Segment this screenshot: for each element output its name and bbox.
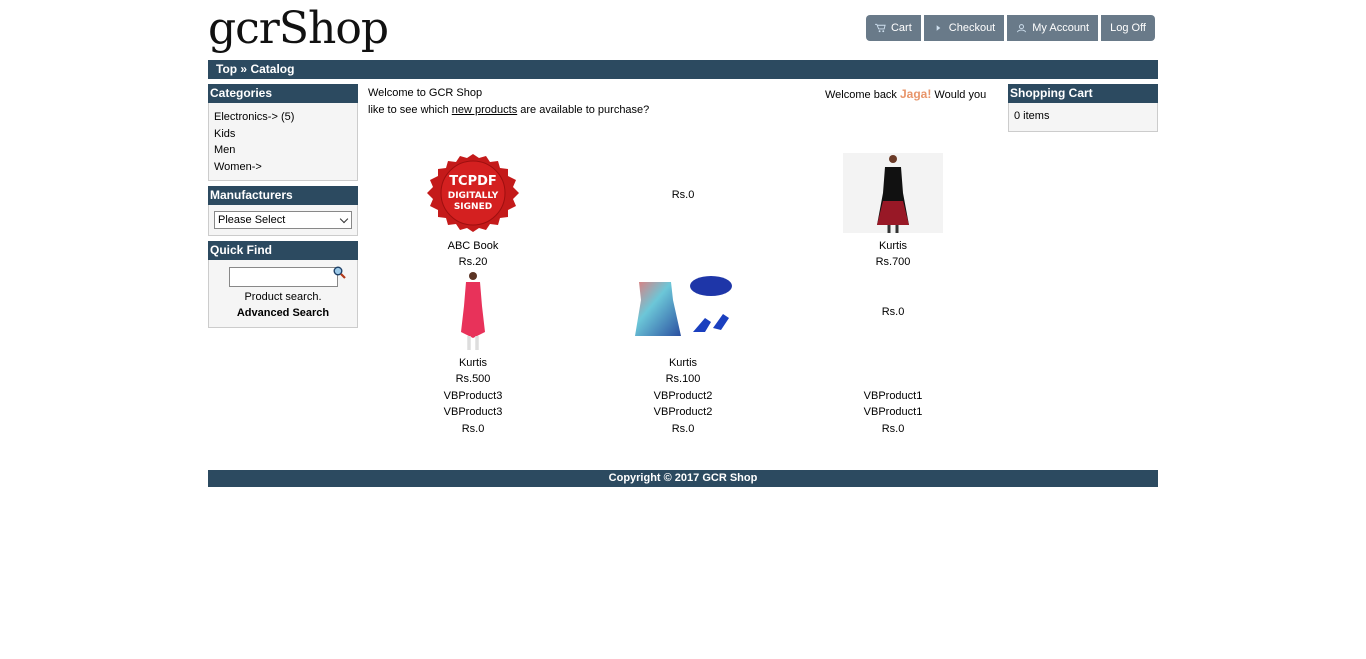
product-search-hint: Product search. [244,291,322,303]
product-card[interactable]: Kurtis Rs.500 [423,270,523,387]
product-price: Rs.0 [671,189,695,201]
new-products-line: like to see which new products are avail… [368,104,649,116]
search-icon[interactable] [333,266,346,279]
product-name[interactable]: Kurtis [633,355,733,371]
product-name[interactable]: VBProduct1 [843,388,943,404]
category-kids[interactable]: Kids [214,126,352,143]
product-name[interactable]: Kurtis [423,355,523,371]
shopping-cart-title[interactable]: Shopping Cart [1008,84,1158,103]
product-price: Rs.20 [458,256,488,268]
product-name[interactable]: Kurtis [843,238,943,254]
product-name-2[interactable]: VBProduct3 [423,404,523,420]
checkout-button[interactable]: Checkout [923,15,1005,41]
my-account-button[interactable]: My Account [1007,15,1099,41]
my-account-label: My Account [1032,22,1090,34]
advanced-search-link[interactable]: Advanced Search [209,305,357,322]
site-logo[interactable]: gcrShop [208,4,389,54]
manufacturers-title: Manufacturers [208,186,358,205]
cart-icon [874,23,886,33]
product-price: Rs.0 [881,423,905,435]
product-price: Rs.0 [671,423,695,435]
pink-kurti-image[interactable] [423,270,523,350]
product-price: Rs.0 [881,306,905,318]
product-price: Rs.100 [665,373,701,385]
welcome-back-post: Would you [931,89,987,101]
category-men[interactable]: Men [214,142,352,159]
line2-pre: like to see which [368,104,452,116]
signed-text: SIGNED [454,202,492,212]
product-name-2[interactable]: VBProduct1 [843,404,943,420]
categories-box: Categories Electronics-> (5) Kids Men Wo… [208,84,358,181]
tcpdf-text: TCPDF [449,174,497,189]
black-dress-image[interactable] [843,153,943,233]
product-card[interactable]: VBProduct1 VBProduct1 Rs.0 [843,388,943,437]
product-card[interactable]: VBProduct3 VBProduct3 Rs.0 [423,388,523,437]
cart-item-count: 0 items [1014,110,1050,122]
new-products-link[interactable]: new products [452,104,517,116]
line2-post: are available to purchase? [517,104,650,116]
category-women[interactable]: Women-> [214,159,352,176]
product-name[interactable]: VBProduct3 [423,388,523,404]
welcome-back-pre: Welcome back [825,89,900,101]
product-card[interactable]: Rs.0 [843,304,943,320]
search-input[interactable] [228,267,338,287]
product-card[interactable]: Kurtis Rs.100 [633,270,733,387]
tcpdf-seal-image[interactable]: TCPDF DIGITALLY SIGNED [423,153,523,233]
top-navigation: Cart Checkout My Account Log Off [865,15,1155,41]
footer-copyright: Copyright © 2017 GCR Shop [208,470,1158,487]
product-name[interactable]: VBProduct2 [633,388,733,404]
quick-find-title: Quick Find [208,241,358,260]
digitally-text: DIGITALLY [448,191,499,201]
product-card[interactable]: VBProduct2 VBProduct2 Rs.0 [633,388,733,437]
chevron-down-icon [339,214,349,224]
user-icon [1017,24,1027,33]
product-name[interactable]: ABC Book [423,238,523,254]
cart-button[interactable]: Cart [865,15,921,41]
user-name: Jaga! [900,87,932,101]
log-off-label: Log Off [1110,22,1146,34]
manufacturers-box: Manufacturers Please Select [208,186,358,236]
product-price: Rs.700 [875,256,911,268]
checkout-label: Checkout [948,22,996,34]
product-price: Rs.500 [455,373,491,385]
categories-title: Categories [208,84,358,103]
manufacturer-select[interactable]: Please Select [214,211,352,229]
product-price: Rs.0 [461,423,485,435]
welcome-text: Welcome to GCR Shop [368,87,483,99]
blue-outfit-image[interactable] [633,270,733,350]
shopping-cart-box: Shopping Cart 0 items [1008,84,1158,132]
category-electronics[interactable]: Electronics-> (5) [214,109,352,126]
log-off-button[interactable]: Log Off [1101,15,1155,41]
product-name-2[interactable]: VBProduct2 [633,404,733,420]
triangle-right-icon [936,25,941,31]
welcome-back-text: Welcome back Jaga! Would you [825,87,986,101]
product-card[interactable]: Rs.0 [633,187,733,203]
product-card[interactable]: TCPDF DIGITALLY SIGNED ABC Book Rs.20 [423,153,523,270]
product-card[interactable]: Kurtis Rs.700 [843,153,943,270]
quick-find-box: Quick Find Product search. Advanced Sear… [208,241,358,328]
manufacturer-select-value: Please Select [218,214,286,226]
cart-label: Cart [890,22,912,34]
breadcrumb[interactable]: Top » Catalog [208,60,1158,79]
